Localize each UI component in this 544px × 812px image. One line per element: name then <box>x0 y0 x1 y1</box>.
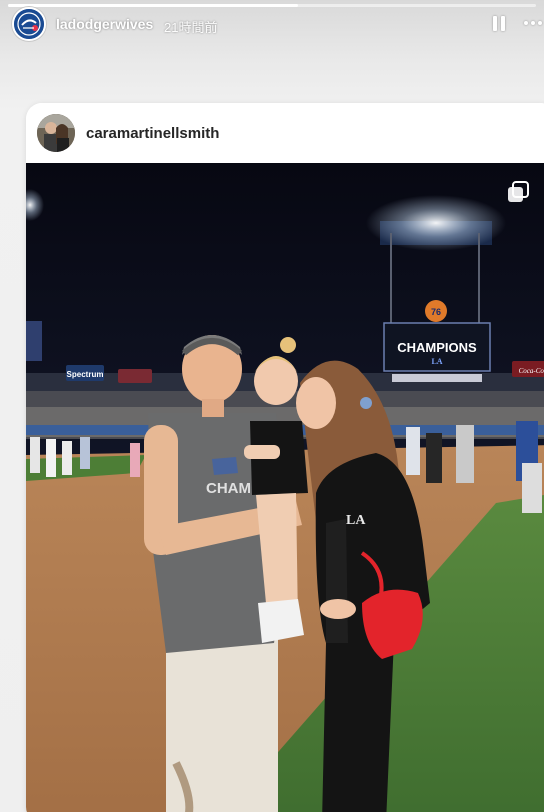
shared-post-card[interactable]: caramartinellsmith Spectrum Coca-Co 76 C… <box>26 103 544 812</box>
story-username[interactable]: ladodgerwives <box>56 16 153 32</box>
post-photo[interactable]: Spectrum Coca-Cola 76 CHAMPIONS LA <box>26 163 544 812</box>
dodgers-logo-icon <box>14 9 44 39</box>
post-header: caramartinellsmith <box>26 103 544 163</box>
profile-photo-icon <box>37 114 75 152</box>
post-author-avatar[interactable] <box>37 114 75 152</box>
coca-cola-sign-label: Coca-Cola <box>519 367 544 375</box>
spectrum-sign-label: Spectrum <box>67 370 104 379</box>
banner-sign <box>118 369 152 383</box>
carousel-icon <box>508 181 529 202</box>
story-header: ladodgerwives 21時間前 <box>0 0 544 50</box>
more-icon[interactable] <box>524 21 544 27</box>
jacket-letters: LA <box>346 513 366 528</box>
scoreboard-title: CHAMPIONS <box>397 340 477 355</box>
76-sign-label: 76 <box>431 307 441 317</box>
post-author-username[interactable]: caramartinellsmith <box>86 125 219 142</box>
scoreboard-ribbon <box>392 374 482 382</box>
left-video-board <box>26 321 42 361</box>
celebration-photo: Spectrum Coca-Cola 76 CHAMPIONS LA <box>26 163 544 812</box>
story-avatar[interactable] <box>12 7 46 41</box>
scoreboard-logo: LA <box>431 357 442 366</box>
pause-icon[interactable] <box>490 14 508 34</box>
story-timestamp: 21時間前 <box>164 20 218 35</box>
